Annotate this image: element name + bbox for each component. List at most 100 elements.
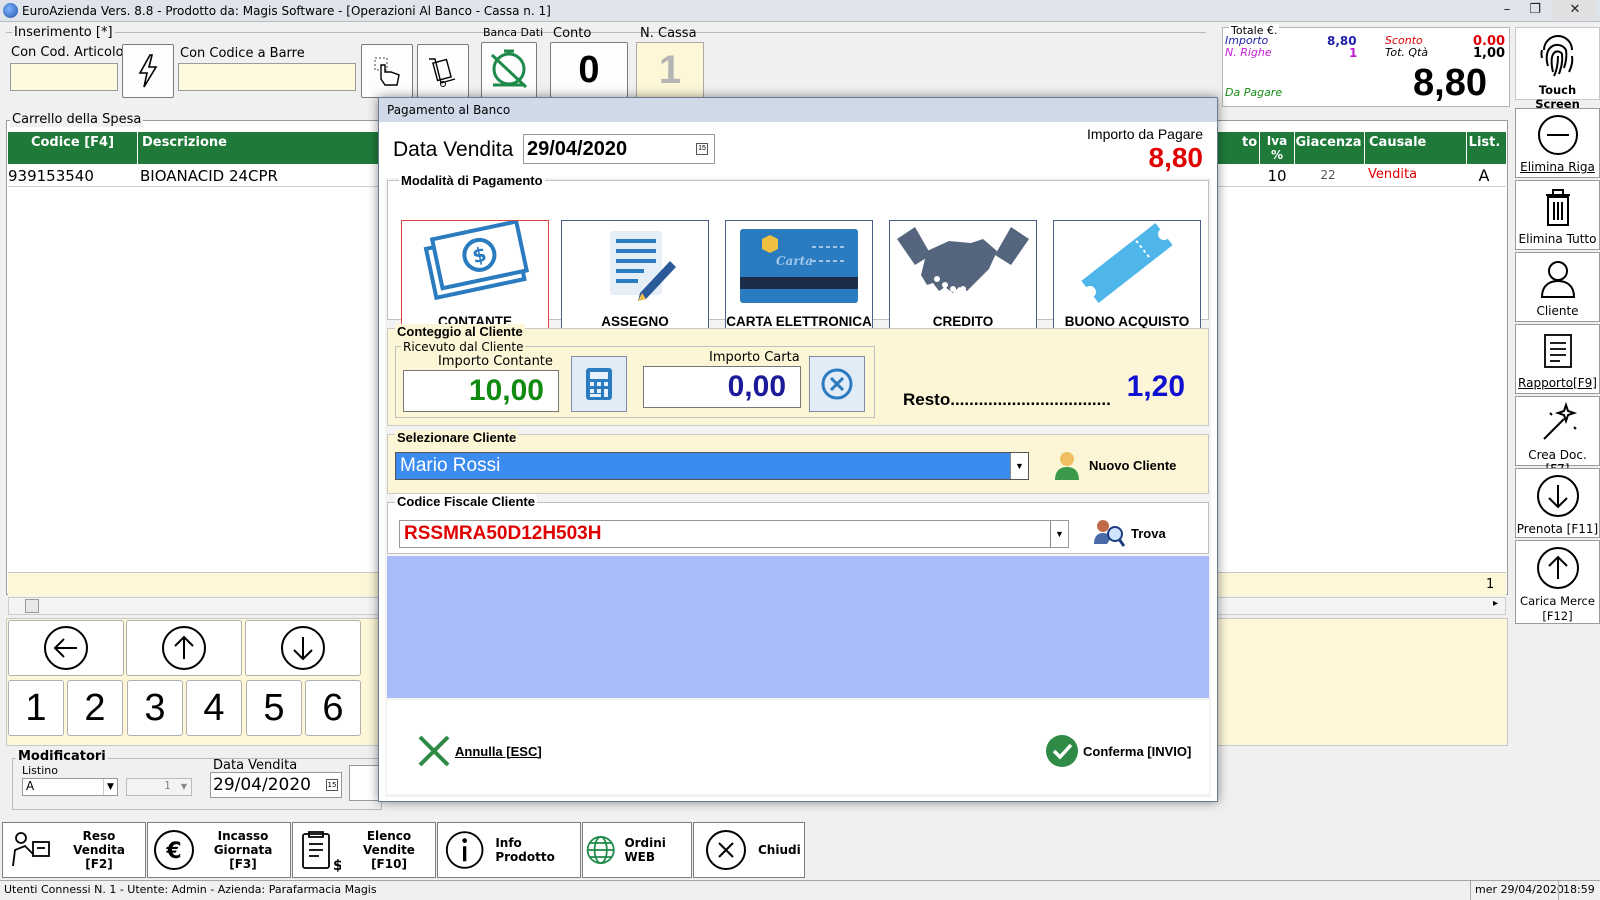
key-4[interactable]: 4 xyxy=(186,680,242,736)
sidebar-label-elimina-tutto: Elimina Tutto xyxy=(1518,232,1597,246)
close-icon xyxy=(706,830,746,870)
report-icon xyxy=(1543,334,1572,368)
cliente-select[interactable]: Mario Rossi ▼ xyxy=(395,452,1029,480)
row-descrizione: BIOANACID 24CPR xyxy=(140,167,278,185)
cod-articolo-label: Con Cod. Articolo xyxy=(11,45,124,60)
col-descrizione[interactable]: Descrizione xyxy=(140,132,400,164)
righe-value: 1 xyxy=(1349,46,1358,60)
contante-button[interactable]: $ CONTANTE xyxy=(401,219,549,336)
database-offline-icon xyxy=(490,49,528,89)
credito-label: CREDITO xyxy=(932,314,994,329)
clear-circle-icon xyxy=(821,368,853,400)
arrow-left-button[interactable] xyxy=(8,620,124,676)
modificatori-title: Modificatori xyxy=(16,749,108,764)
inserimento-title: Inserimento [*] xyxy=(12,25,115,40)
listino-select[interactable]: A ▼ xyxy=(22,778,118,796)
conferma-button[interactable]: Conferma [INVIO] xyxy=(1045,734,1191,768)
col-codice[interactable]: Codice [F4] xyxy=(8,132,138,164)
info-prodotto-button[interactable]: Info Prodotto xyxy=(437,822,581,878)
svg-text:$: $ xyxy=(333,858,341,872)
trolley-button[interactable] xyxy=(417,44,469,98)
dialog-data-input[interactable]: 29/04/2020 15 xyxy=(523,134,715,164)
touch-select-button[interactable] xyxy=(361,44,413,98)
calendar-icon[interactable]: 15 xyxy=(326,779,338,791)
svg-text:€: € xyxy=(165,839,181,864)
barcode-input[interactable] xyxy=(178,63,356,91)
window-title: EuroAzienda Vers. 8.8 - Prodotto da: Mag… xyxy=(22,4,551,18)
assegno-button[interactable]: ASSEGNO xyxy=(561,220,709,336)
buono-acquisto-button[interactable]: BUONO ACQUISTO xyxy=(1053,220,1201,336)
chevron-down-icon: ▼ xyxy=(103,779,117,795)
lightning-button[interactable] xyxy=(122,44,174,98)
sidebar-label-carica-merce: Carica Merce [F12] xyxy=(1520,594,1595,623)
rapporto-button[interactable]: Rapporto[F9] xyxy=(1515,324,1600,394)
bottom-label-info: Info Prodotto xyxy=(495,836,555,864)
calendar-icon[interactable]: 15 xyxy=(696,143,708,155)
touch-screen-button[interactable]: Touch Screen xyxy=(1515,27,1600,111)
trash-icon xyxy=(1545,189,1570,226)
carta-elettronica-button[interactable]: Carta CARTA ELETTRONICA xyxy=(725,220,873,336)
conto-value[interactable]: 0 xyxy=(550,42,628,98)
col-iva[interactable]: Iva % xyxy=(1262,134,1292,162)
return-icon xyxy=(12,832,50,867)
minimize-button[interactable]: – xyxy=(1494,0,1520,20)
scroll-right-arrow[interactable]: ▸ xyxy=(1493,598,1498,609)
carica-merce-button[interactable]: Carica Merce [F12] xyxy=(1515,540,1600,624)
incasso-giornata-button[interactable]: € Incasso Giornata [F3] xyxy=(147,822,291,878)
sidebar-label-rapporto: Rapporto[F9] xyxy=(1518,376,1597,390)
elimina-tutto-button[interactable]: Elimina Tutto xyxy=(1515,180,1600,250)
col-listino[interactable]: List. xyxy=(1466,132,1502,164)
list-icon: $ xyxy=(302,831,341,872)
magic-wand-icon xyxy=(1542,401,1577,440)
arrow-up-circle-icon xyxy=(162,626,206,670)
elimina-riga-button[interactable]: Elimina Riga xyxy=(1515,108,1600,178)
da-pagare-value: 8,80 xyxy=(1413,62,1487,104)
restore-button[interactable]: ❐ xyxy=(1522,0,1548,20)
totqta-value: 1,00 xyxy=(1473,46,1506,61)
close-window-button[interactable]: ✕ xyxy=(1553,0,1597,20)
reso-vendita-button[interactable]: Reso Vendita [F2] xyxy=(2,822,146,878)
col-to[interactable]: to xyxy=(1242,132,1260,164)
col-causale[interactable]: Causale xyxy=(1364,132,1464,164)
mod-data-value: 29/04/2020 xyxy=(213,775,311,795)
key-3[interactable]: 3 xyxy=(127,680,183,736)
pagamento-dialog: Pagamento al Banco Data Vendita 29/04/20… xyxy=(378,97,1218,802)
contante-importo-label: Importo Contante xyxy=(438,354,553,369)
qty-select[interactable]: 1 ▼ xyxy=(126,778,192,796)
cliente-title: Selezionare Cliente xyxy=(395,430,519,445)
key-2[interactable]: 2 xyxy=(67,680,123,736)
cf-select[interactable]: RSSMRA50D12H503H ▼ xyxy=(399,520,1069,548)
carta-input[interactable]: 0,00 xyxy=(643,366,801,408)
trova-button[interactable]: Trova xyxy=(1093,518,1166,548)
search-user-icon xyxy=(1094,520,1125,547)
credito-button[interactable]: CREDITO xyxy=(889,220,1037,336)
key-1[interactable]: 1 xyxy=(8,680,64,736)
col-giacenza[interactable]: Giacenza xyxy=(1294,132,1362,164)
carta-importo-label: Importo Carta xyxy=(709,350,800,365)
cliente-button[interactable]: Cliente xyxy=(1515,252,1600,322)
cod-articolo-input[interactable] xyxy=(10,63,118,91)
banca-dati-button[interactable] xyxy=(481,42,537,98)
scroll-thumb[interactable] xyxy=(25,599,39,613)
prenota-button[interactable]: Prenota [F11] xyxy=(1515,468,1600,538)
chiudi-button[interactable]: Chiudi xyxy=(693,822,805,878)
cf-value: RSSMRA50D12H503H xyxy=(404,523,602,544)
crea-doc-button[interactable]: Crea Doc. [F7] xyxy=(1515,396,1600,476)
minus-circle-icon xyxy=(1537,115,1578,155)
contante-input[interactable]: 10,00 xyxy=(403,370,559,412)
nuovo-cliente-button[interactable]: Nuovo Cliente xyxy=(1053,450,1176,480)
clear-carta-button[interactable] xyxy=(809,356,865,412)
annulla-button[interactable]: Annulla [ESC] xyxy=(417,734,542,768)
totqta-label: Tot. Qtà xyxy=(1385,46,1429,59)
key-5[interactable]: 5 xyxy=(246,680,302,736)
listino-value: A xyxy=(26,779,35,793)
dialog-data-label: Data Vendita xyxy=(393,138,514,161)
mod-data-input[interactable]: 29/04/2020 15 xyxy=(210,772,342,798)
key-6[interactable]: 6 xyxy=(305,680,361,736)
arrow-up-button[interactable] xyxy=(126,620,242,676)
elenco-vendite-button[interactable]: $ Elenco Vendite [F10] xyxy=(292,822,436,878)
arrow-down-button[interactable] xyxy=(245,620,361,676)
ordini-web-button[interactable]: Ordini WEB xyxy=(582,822,692,878)
title-bar: EuroAzienda Vers. 8.8 - Prodotto da: Mag… xyxy=(0,0,1600,22)
calculator-button[interactable] xyxy=(571,356,627,412)
